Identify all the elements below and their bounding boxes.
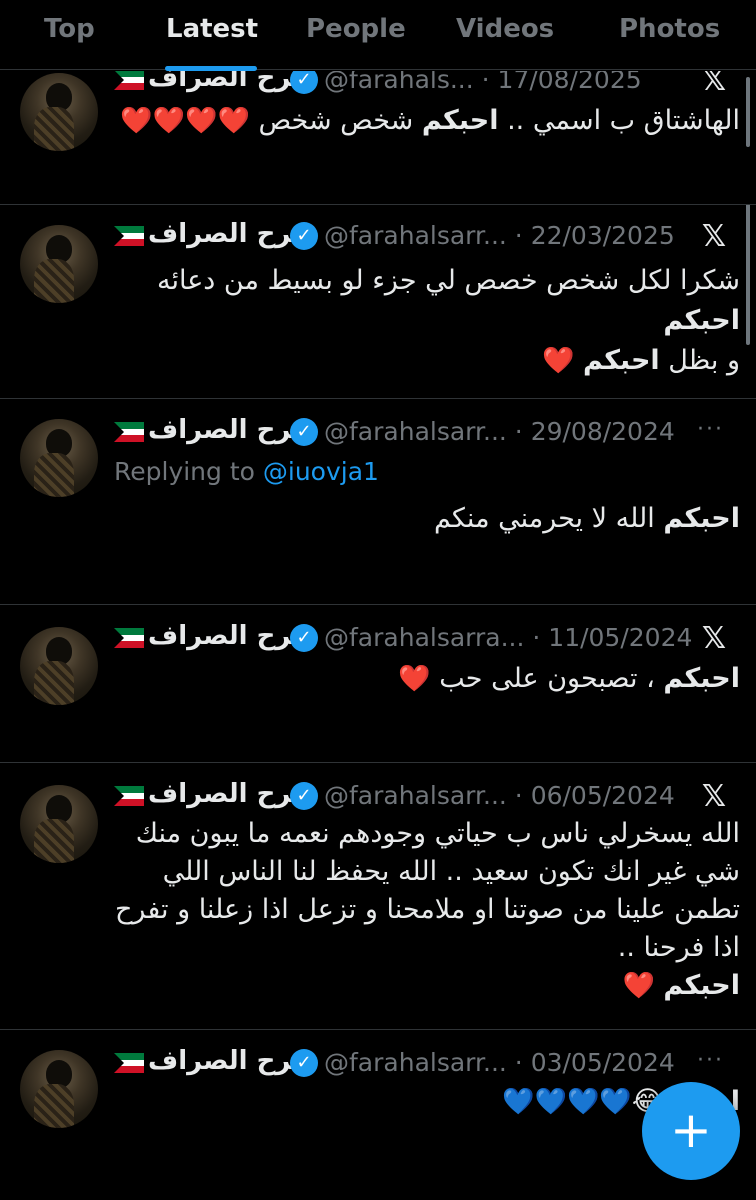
tweet-4[interactable]: فرح الصراف ✓ @farahalsarra... · 11/05/20…: [0, 605, 756, 763]
verified-badge-icon: ✓: [290, 71, 318, 94]
more-options-icon[interactable]: ···: [697, 1048, 724, 1073]
x-logo-icon[interactable]: 𝕏: [702, 219, 726, 254]
kuwait-flag-icon: [114, 1053, 144, 1073]
verified-badge-icon: ✓: [290, 782, 318, 810]
author-name[interactable]: فرح الصراف: [148, 219, 309, 249]
verified-badge-icon: ✓: [290, 624, 318, 652]
tweet-text: احبكم الله لا يحرمني منكم: [434, 503, 740, 534]
heart-emoji-icon: ❤️: [398, 664, 431, 694]
tab-videos[interactable]: Videos: [456, 14, 554, 44]
avatar[interactable]: [20, 785, 98, 863]
author-name[interactable]: فرح الصراف: [148, 621, 309, 651]
avatar[interactable]: [20, 419, 98, 497]
tweet-header: فرح الصراف ✓ @farahals... · 17/08/2025 𝕏: [112, 71, 740, 103]
tweet-6[interactable]: فرح الصراف ✓ @farahalsarr... · 03/05/202…: [0, 1030, 756, 1200]
avatar[interactable]: [20, 627, 98, 705]
x-logo-icon[interactable]: 𝕏: [702, 71, 726, 98]
tweet-3[interactable]: فرح الصراف ✓ @farahalsarr... · 29/08/202…: [0, 399, 756, 605]
tweet-header: فرح الصراف ✓ @farahalsarr... · 29/08/202…: [112, 415, 740, 455]
replying-to: Replying to @iuovja1: [114, 457, 379, 486]
author-name[interactable]: فرح الصراف: [148, 779, 309, 809]
handle-date: @farahalsarr... · 06/05/2024: [324, 781, 675, 810]
tab-latest[interactable]: Latest: [166, 14, 258, 44]
author-name[interactable]: فرح الصراف: [148, 415, 309, 445]
handle-date: @farahalsarr... · 22/03/2025: [324, 221, 675, 250]
tab-photos[interactable]: Photos: [619, 14, 720, 44]
x-logo-icon[interactable]: 𝕏: [702, 621, 726, 656]
scrollbar[interactable]: [746, 77, 750, 147]
handle-date: @farahalsarra... · 11/05/2024: [324, 623, 693, 652]
tweet-1[interactable]: فرح الصراف ✓ @farahals... · 17/08/2025 𝕏…: [0, 71, 756, 205]
author-name[interactable]: فرح الصراف: [148, 71, 309, 93]
tweet-header: فرح الصراف ✓ @farahalsarr... · 06/05/202…: [112, 779, 740, 819]
verified-badge-icon: ✓: [290, 418, 318, 446]
blue-heart-emoji-icon: 💙💙💙💙: [502, 1087, 632, 1117]
tweet-text: شكرا لكل شخص خصص لي جزء لو بسيط من دعائه…: [156, 265, 740, 376]
kuwait-flag-icon: [114, 71, 144, 90]
reply-mention-link[interactable]: @iuovja1: [263, 457, 379, 486]
compose-button[interactable]: +: [642, 1082, 740, 1180]
kuwait-flag-icon: [114, 628, 144, 648]
tweet-text: احبكم ، تصبحون على حب ❤️: [398, 663, 740, 694]
tweet-2[interactable]: فرح الصراف ✓ @farahalsarr... · 22/03/202…: [0, 205, 756, 399]
kuwait-flag-icon: [114, 786, 144, 806]
x-logo-icon[interactable]: 𝕏: [702, 779, 726, 814]
tweet-5[interactable]: فرح الصراف ✓ @farahalsarr... · 06/05/202…: [0, 763, 756, 1030]
tweet-header: فرح الصراف ✓ @farahalsarr... · 03/05/202…: [112, 1046, 740, 1086]
avatar[interactable]: [20, 225, 98, 303]
tweet-text: الله يسخرلي ناس ب حياتي وجودهم نعمه ما ي…: [115, 818, 740, 1001]
tab-people[interactable]: People: [306, 14, 406, 44]
handle-date: @farahalsarr... · 03/05/2024: [324, 1048, 675, 1077]
heart-emoji-icon: ❤️: [542, 346, 584, 376]
active-tab-indicator: [165, 66, 257, 71]
verified-badge-icon: ✓: [290, 222, 318, 250]
scrollbar[interactable]: [746, 205, 750, 345]
heart-emoji-icon: ❤️: [622, 971, 664, 1001]
heart-emoji-icon: ❤️❤️❤️❤️: [120, 106, 250, 136]
avatar[interactable]: [20, 1050, 98, 1128]
search-tabs: Top Latest People Videos Photos: [0, 0, 756, 71]
tab-top[interactable]: Top: [44, 14, 95, 44]
verified-badge-icon: ✓: [290, 1049, 318, 1077]
avatar[interactable]: [20, 73, 98, 151]
tweet-text: الهاشتاق ب اسمي .. احبكم شخص شخص ❤️❤️❤️❤…: [120, 105, 740, 136]
kuwait-flag-icon: [114, 422, 144, 442]
kuwait-flag-icon: [114, 226, 144, 246]
handle-date: @farahalsarr... · 29/08/2024: [324, 417, 675, 446]
tweet-header: فرح الصراف ✓ @farahalsarr... · 22/03/202…: [112, 219, 740, 259]
more-options-icon[interactable]: ···: [697, 417, 724, 442]
author-name[interactable]: فرح الصراف: [148, 1046, 309, 1076]
handle-date: @farahals... · 17/08/2025: [324, 71, 642, 94]
tweet-header: فرح الصراف ✓ @farahalsarra... · 11/05/20…: [112, 621, 740, 661]
